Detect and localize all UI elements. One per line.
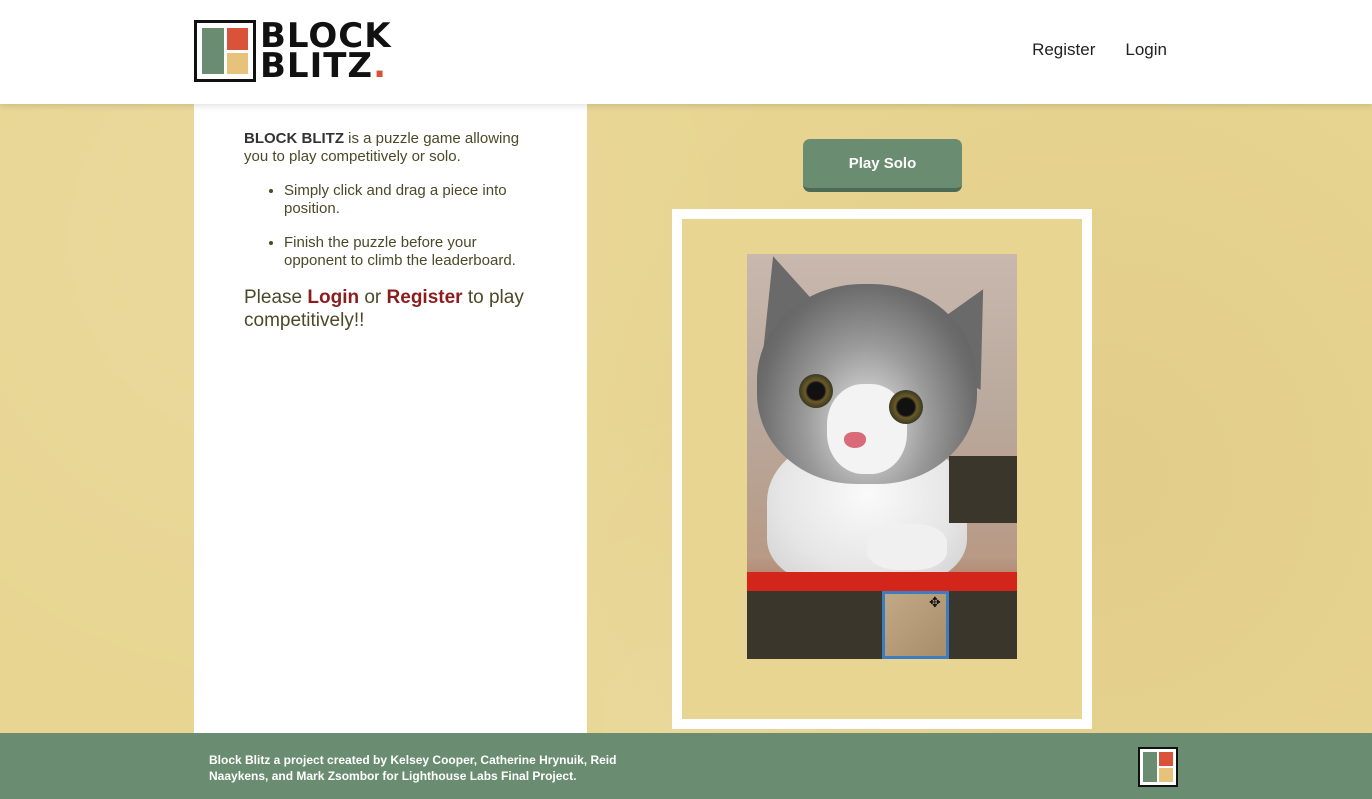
logo-tan-block bbox=[227, 53, 248, 74]
site-header: BLOCK BLITZ. Register Login bbox=[0, 0, 1372, 104]
footer-logo-tan bbox=[1159, 768, 1173, 782]
instructions-panel: BLOCK BLITZ is a puzzle game allowing yo… bbox=[194, 104, 587, 733]
tip-item: Simply click and drag a piece into posit… bbox=[284, 182, 537, 218]
footer-logo-green bbox=[1143, 752, 1157, 782]
competitive-cta: Please Login or Register to play competi… bbox=[244, 286, 537, 332]
kitten-nose bbox=[844, 432, 866, 448]
kitten-left-eye bbox=[799, 374, 833, 408]
cta-or: or bbox=[359, 287, 387, 308]
footer-logo-icon[interactable] bbox=[1138, 747, 1178, 787]
logo-line-2: BLITZ. bbox=[260, 49, 392, 83]
tip-item: Finish the puzzle before your opponent t… bbox=[284, 234, 537, 270]
logo-mark-icon bbox=[194, 20, 256, 82]
intro-game-name: BLOCK BLITZ bbox=[244, 130, 344, 147]
red-cushion bbox=[747, 572, 1017, 592]
footer-logo-red bbox=[1159, 752, 1173, 766]
move-cursor-icon: ✥ bbox=[929, 594, 941, 610]
play-solo-button[interactable]: Play Solo bbox=[803, 139, 962, 192]
logo-dot: . bbox=[373, 46, 387, 86]
logo-line-2-text: BLITZ bbox=[260, 46, 374, 86]
block-blitz-logo[interactable]: BLOCK BLITZ. bbox=[194, 19, 392, 83]
logo-green-block bbox=[202, 28, 224, 74]
kitten-right-eye bbox=[889, 390, 923, 424]
footer-credits: Block Blitz a project created by Kelsey … bbox=[209, 753, 617, 783]
selected-puzzle-piece[interactable]: ✥ bbox=[882, 591, 949, 659]
intro-text: BLOCK BLITZ is a puzzle game allowing yo… bbox=[244, 130, 537, 166]
puzzle-board: ✥ bbox=[682, 219, 1082, 719]
top-nav: Register Login bbox=[1032, 40, 1167, 60]
logo-red-block bbox=[227, 28, 248, 50]
nav-login-link[interactable]: Login bbox=[1125, 40, 1167, 60]
empty-slot[interactable] bbox=[949, 456, 1017, 523]
cta-prefix: Please bbox=[244, 287, 308, 308]
puzzle-image-kitten: ✥ bbox=[747, 254, 1017, 659]
cta-register-link[interactable]: Register bbox=[387, 287, 463, 308]
kitten-paw bbox=[867, 524, 947, 570]
nav-register-link[interactable]: Register bbox=[1032, 40, 1095, 60]
cta-login-link[interactable]: Login bbox=[307, 287, 359, 308]
site-footer: Block Blitz a project created by Kelsey … bbox=[0, 733, 1372, 799]
tips-list: Simply click and drag a piece into posit… bbox=[284, 182, 537, 270]
puzzle-board-frame: ✥ bbox=[672, 209, 1092, 729]
logo-wordmark: BLOCK BLITZ. bbox=[260, 19, 392, 83]
